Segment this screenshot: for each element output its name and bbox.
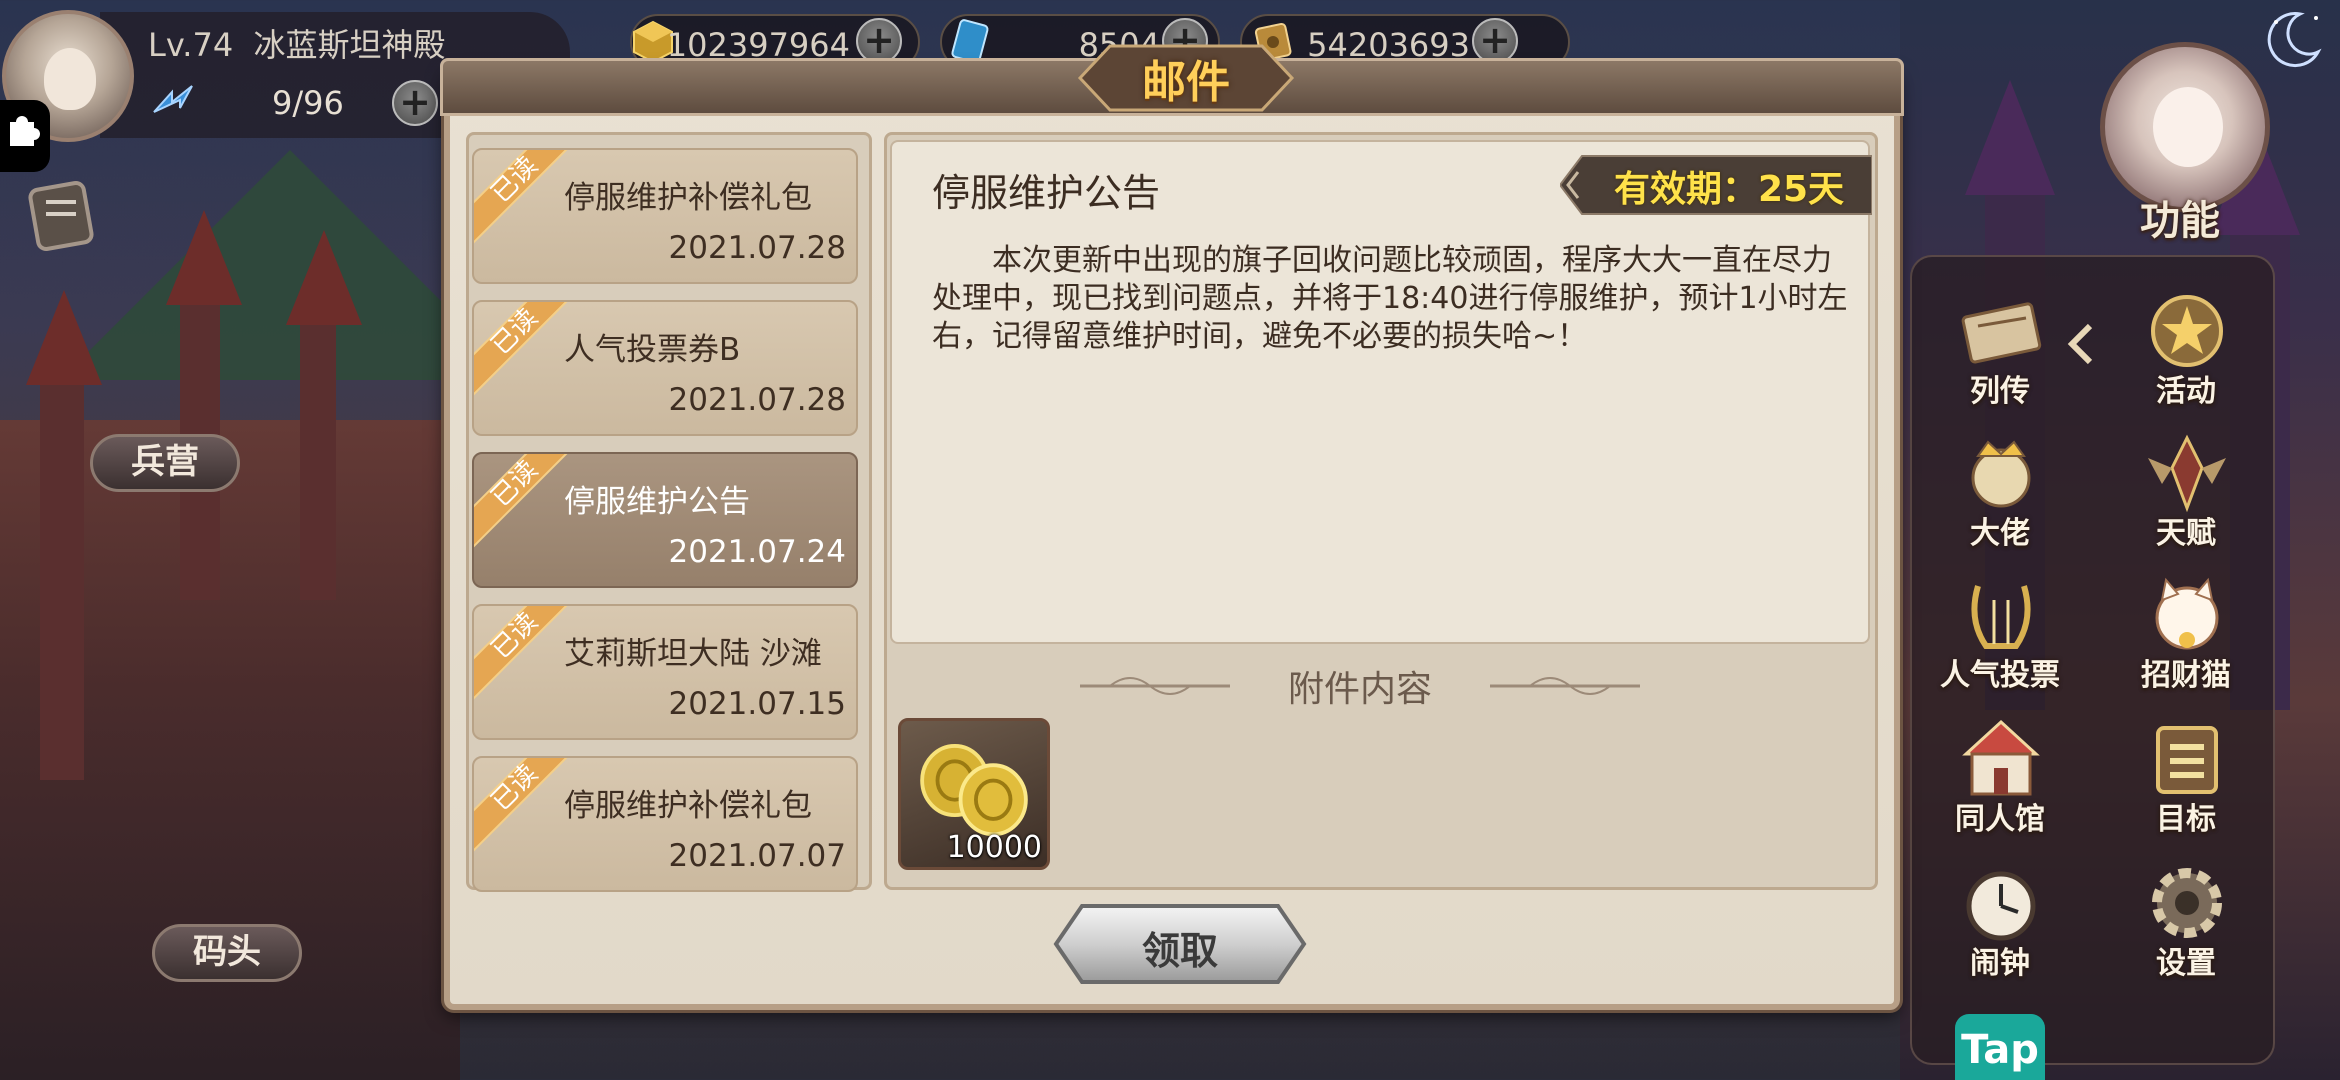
mail-item-date: 2021.07.07: [668, 838, 847, 874]
func-item-settings[interactable]: 设置: [2116, 858, 2256, 988]
server-name: 冰蓝斯坦神殿: [253, 26, 446, 64]
func-item-popularity-vote[interactable]: 人气投票: [1930, 570, 2070, 700]
stamina-icon: [153, 85, 193, 113]
mail-item-title: 停服维护公告: [564, 484, 750, 520]
func-label: 人气投票: [1940, 658, 2060, 693]
crown-mascot-icon: [1971, 440, 2031, 508]
add-stamina-button[interactable]: +: [392, 80, 438, 126]
func-item-lucky-cat[interactable]: 招财猫: [2116, 570, 2256, 700]
mail-item-title: 停服维护补偿礼包: [564, 788, 812, 824]
mail-body-text: 本次更新中出现的旗子回收问题比较顽固，程序大大一直在尽力处理中，现已找到问题点，…: [932, 243, 1848, 354]
mail-item-title: 人气投票券B: [564, 332, 741, 368]
func-label: 大佬: [1970, 516, 2030, 551]
star-badge-icon: [2151, 295, 2223, 367]
claim-button[interactable]: [1052, 902, 1308, 986]
mail-list-item[interactable]: 已读 停服维护补偿礼包 2021.07.07: [472, 756, 858, 892]
mail-list-item-selected[interactable]: 已读 停服维护公告 2021.07.24: [472, 452, 858, 588]
winged-emblem-icon: [2148, 434, 2226, 513]
quest-scroll-icon[interactable]: [24, 176, 98, 256]
func-item-boss[interactable]: 大佬: [1930, 428, 2070, 558]
mail-list-item[interactable]: 已读 人气投票券B 2021.07.28: [472, 300, 858, 436]
taptap-badge[interactable]: Tap: [1955, 1014, 2045, 1080]
mail-subject: 停服维护公告: [932, 171, 1161, 215]
func-label: 同人馆: [1955, 802, 2045, 837]
lyre-icon: [1971, 585, 2031, 649]
function-menu-title[interactable]: 功能: [2140, 188, 2220, 246]
stamina-value: 9/96: [272, 84, 344, 122]
share-tab[interactable]: [0, 100, 50, 172]
barracks-label[interactable]: 兵营: [90, 434, 240, 492]
lucky-cat-icon: [2155, 577, 2219, 650]
mail-list-item[interactable]: 已读 艾莉斯坦大陆 沙滩 2021.07.15: [472, 604, 858, 740]
func-label: 设置: [2156, 946, 2216, 981]
func-label: 天赋: [2156, 516, 2216, 551]
night-moon-icon[interactable]: [2256, 4, 2328, 76]
mail-item-date: 2021.07.15: [668, 686, 847, 722]
alarm-clock-icon: [1966, 871, 2036, 941]
func-label: 活动: [2156, 374, 2216, 409]
mail-item-date: 2021.07.24: [668, 534, 847, 570]
function-menu-avatar[interactable]: [2100, 42, 2270, 212]
func-label: 闹钟: [1970, 946, 2030, 981]
func-label: 招财猫: [2141, 658, 2231, 693]
gear-icon: [2152, 868, 2222, 938]
func-label: 目标: [2156, 802, 2216, 837]
player-level: Lv.74 冰蓝斯坦神殿: [148, 20, 446, 66]
func-item-alarm[interactable]: 闹钟: [1930, 858, 2070, 988]
target-board-icon: [2156, 726, 2218, 794]
func-item-events[interactable]: 活动: [2116, 286, 2256, 416]
castle-tower: [286, 230, 362, 600]
mail-item-date: 2021.07.28: [668, 230, 847, 266]
attachment-title: 附件内容: [1287, 669, 1432, 710]
func-item-goals[interactable]: 目标: [2116, 714, 2256, 844]
gallery-tent-icon: [1962, 719, 2040, 796]
mail-item-date: 2021.07.28: [668, 382, 847, 418]
book-icon: [1961, 302, 2042, 364]
mail-list-item[interactable]: 已读 停服维护补偿礼包 2021.07.28: [472, 148, 858, 284]
puzzle-icon: [10, 116, 40, 146]
func-item-biography[interactable]: 列传: [1930, 286, 2070, 416]
dock-label[interactable]: 码头: [152, 924, 302, 982]
func-label: 列传: [1970, 374, 2030, 409]
castle-tower: [26, 290, 102, 780]
level-text: Lv.74: [148, 26, 234, 64]
collapse-arrow-icon[interactable]: [2066, 322, 2096, 366]
validity-text: 有效期：25天: [1613, 169, 1845, 210]
mail-item-title: 停服维护补偿礼包: [564, 180, 812, 216]
mail-dialog-title: 邮件: [1142, 57, 1230, 108]
mail-item-title: 艾莉斯坦大陆 沙滩: [564, 636, 822, 672]
attachment-count: 10000: [946, 830, 1042, 865]
func-item-fan-gallery[interactable]: 同人馆: [1930, 714, 2070, 844]
func-item-talent[interactable]: 天赋: [2116, 428, 2256, 558]
